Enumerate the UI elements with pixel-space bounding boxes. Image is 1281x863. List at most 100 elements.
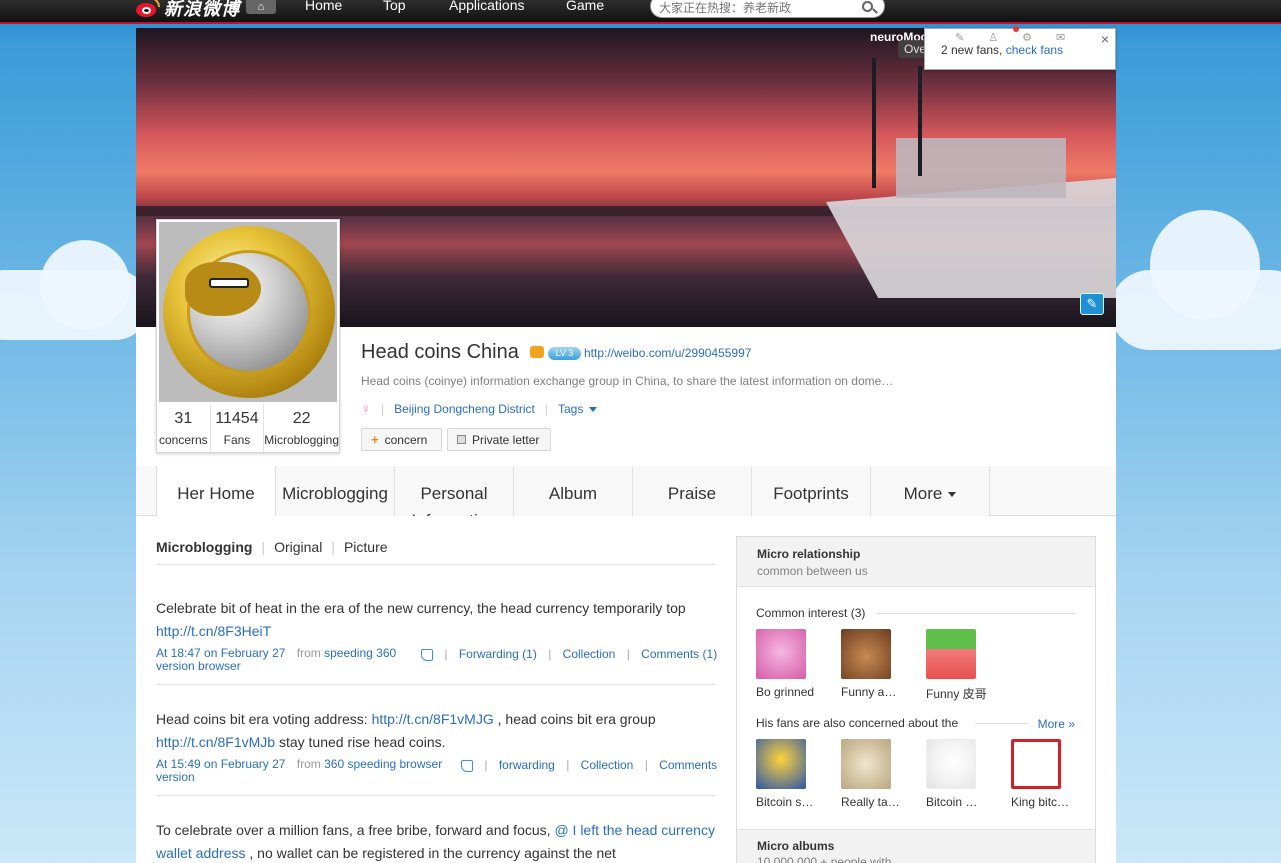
edit-cover-icon[interactable]: ✎ [1080, 293, 1104, 315]
search-icon[interactable] [862, 1, 878, 15]
forward-link[interactable]: forwarding [499, 758, 555, 772]
tab-microblogging[interactable]: Microblogging [276, 466, 395, 516]
post-source[interactable]: 360 speeding browser [324, 757, 442, 771]
post-link[interactable]: http://t.cn/8F1vMJb [156, 734, 275, 750]
avatar[interactable] [159, 222, 337, 402]
post-source-cont[interactable]: version browser [156, 659, 241, 673]
profile-url-link[interactable]: http://weibo.com/u/2990455997 [584, 346, 751, 360]
female-icon: ♀ [361, 401, 371, 416]
nav-applications[interactable]: Applications [449, 0, 525, 13]
user-name: Bitcoin s… [756, 795, 814, 809]
stat-fans[interactable]: 11454 Fans [211, 404, 265, 452]
profile-meta: ♀ | Beijing Dongcheng District | Tags [361, 401, 598, 416]
feed-tab-original[interactable]: Original [274, 539, 322, 555]
comments-link[interactable]: Comments (1) [641, 647, 717, 661]
profile-description: Head coins (coinye) information exchange… [361, 374, 894, 388]
search-box [650, 0, 885, 18]
feed-tab-picture[interactable]: Picture [344, 539, 388, 555]
stat-concerns[interactable]: 31 concerns [157, 404, 211, 452]
weibo-logo[interactable]: 新浪微博 [134, 0, 240, 20]
divider: | [484, 758, 488, 772]
avatar-card: 31 concerns 11454 Fans 22 Microblogging [156, 219, 340, 453]
more-link[interactable]: More » [1038, 717, 1075, 731]
comments-link[interactable]: Comments [659, 758, 717, 772]
post-actions: | Forwarding (1) | Collection | Comments… [421, 647, 717, 661]
post-link[interactable]: http://t.cn/8F3HeiT [156, 623, 271, 639]
tags-dropdown[interactable]: Tags [558, 402, 598, 416]
divider: | [381, 401, 385, 416]
head-coin-logo [163, 226, 335, 398]
divider: | [566, 758, 570, 772]
nav-game[interactable]: Game [566, 0, 604, 13]
nav-home[interactable]: Home [305, 0, 342, 13]
vip-crown-icon[interactable] [530, 346, 544, 358]
location-link[interactable]: Beijing Dongcheng District [394, 402, 535, 416]
post-meta: At 15:49 on February 27 from 360 speedin… [156, 757, 443, 784]
tab-footprints[interactable]: Footprints [752, 466, 871, 516]
post-time[interactable]: At 15:49 on February 27 [156, 757, 285, 771]
user-name: Funny 皮哥 [926, 687, 987, 701]
user-tile[interactable]: Funny 皮哥 [926, 629, 987, 702]
background-cloud [40, 240, 130, 330]
like-icon[interactable] [461, 759, 473, 772]
feed-filter-tabs: Microblogging | Original | Picture [156, 539, 388, 555]
divider: | [331, 539, 335, 555]
tab-praise[interactable]: Praise [633, 466, 752, 516]
panel-subtitle: common between us [757, 564, 868, 578]
tab-her-home[interactable]: Her Home [156, 466, 276, 517]
user-avatar [756, 739, 806, 789]
stat-microblogging[interactable]: 22 Microblogging [264, 404, 339, 452]
private-letter-button[interactable]: Private letter [447, 428, 551, 451]
albums-title: Micro albums [757, 839, 835, 853]
user-tile[interactable]: Funny a… [841, 629, 901, 699]
collection-link[interactable]: Collection [563, 647, 616, 661]
post-source-cont[interactable]: version [156, 770, 195, 784]
user-tile[interactable]: King bitc… [1011, 739, 1071, 809]
search-input[interactable] [659, 1, 862, 15]
user-avatar [756, 629, 806, 679]
message-icon [457, 435, 466, 444]
tab-album[interactable]: Album [514, 466, 633, 516]
albums-subtitle: 10,000,000 + people with [757, 855, 892, 863]
user-avatar [926, 629, 976, 679]
divider: | [644, 758, 648, 772]
weibo-eye-icon [134, 0, 160, 19]
post-actions: | forwarding | Collection | Comments [461, 758, 717, 772]
top-navigation-bar: 新浪微博 ⌂ Home Top Applications Game [0, 0, 1281, 24]
concern-button[interactable]: + concern [361, 428, 442, 451]
notification-popup: ✎ ♙ ⚙ ✉ 2 new fans, check fans × [924, 26, 1116, 70]
panel-header: Micro relationship common between us [737, 537, 1095, 587]
cover-mast [918, 66, 922, 176]
post-source[interactable]: speeding 360 [324, 646, 396, 660]
collection-link[interactable]: Collection [581, 758, 634, 772]
post-divider [156, 795, 716, 796]
user-tile[interactable]: Really ta… [841, 739, 901, 809]
like-icon[interactable] [421, 648, 433, 661]
check-fans-link[interactable]: check fans [1006, 43, 1063, 57]
post-text: Celebrate bit of heat in the era of the … [156, 600, 686, 639]
post-link[interactable]: http://t.cn/8F1vMJG [372, 711, 494, 727]
divider: | [261, 539, 266, 555]
house-icon: ⌂ [257, 1, 265, 13]
divider: | [544, 401, 548, 416]
forward-link[interactable]: Forwarding (1) [459, 647, 537, 661]
profile-name: Head coins China [361, 341, 519, 363]
post-item: Head coins bit era voting address: http:… [156, 708, 716, 754]
micro-relationship-panel: Micro relationship common between us Com… [736, 536, 1096, 863]
user-name: Bo grinned [756, 685, 815, 699]
level-badge[interactable]: LV 3 [548, 347, 581, 360]
close-icon[interactable]: × [1101, 31, 1109, 47]
user-tile[interactable]: Bo grinned [756, 629, 816, 699]
user-tile[interactable]: Bitcoin s… [756, 739, 816, 809]
home-icon-button[interactable]: ⌂ [246, 0, 276, 14]
nav-top[interactable]: Top [383, 0, 406, 13]
post-text: Head coins bit era voting address: http:… [156, 711, 656, 750]
fans-concern-heading: His fans are also concerned about the [756, 716, 959, 730]
plus-icon: + [371, 432, 379, 447]
user-name: King bitc… [1011, 795, 1070, 809]
tab-personal-information[interactable]: Personal Information [395, 466, 514, 530]
tab-more[interactable]: More [871, 466, 990, 516]
post-time[interactable]: At 18:47 on February 27 [156, 646, 285, 660]
feed-tab-microblogging[interactable]: Microblogging [156, 539, 252, 555]
user-tile[interactable]: Bitcoin … [926, 739, 986, 809]
